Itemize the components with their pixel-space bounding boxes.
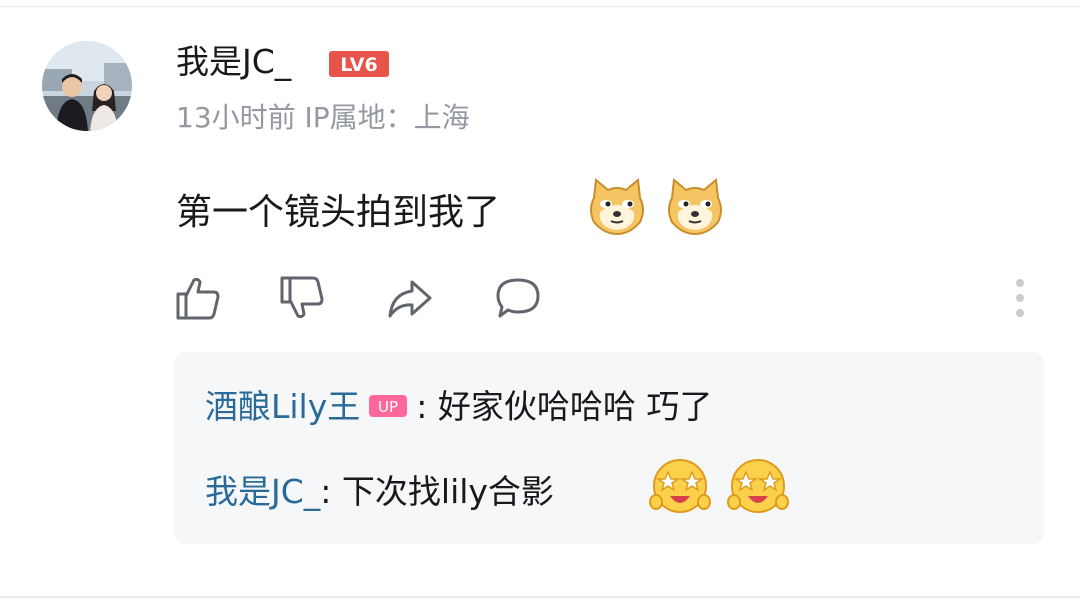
reply-separator: : <box>416 387 428 426</box>
starry-eyes-emoji <box>649 459 711 513</box>
reply-icon[interactable] <box>494 274 542 322</box>
reply-box[interactable]: 酒酿Lily王 UP : 好家伙哈哈哈 巧了 我是JC_: 下次找lily合影 <box>174 352 1044 544</box>
up-badge-label: UP <box>378 398 398 416</box>
reply-separator: : <box>320 472 332 511</box>
doge-emoji <box>668 178 722 236</box>
doge-emoji <box>590 178 644 236</box>
reply-item[interactable]: 我是JC_: 下次找lily合影 <box>205 469 554 515</box>
dislike-icon[interactable] <box>278 274 326 322</box>
reply-text: 好家伙哈哈哈 巧了 <box>427 387 713 426</box>
user-avatar[interactable] <box>42 41 132 131</box>
top-divider <box>0 6 1080 7</box>
level-badge-label: LV6 <box>340 54 377 76</box>
reply-text: 下次找lily合影 <box>331 472 554 511</box>
starry-eyes-emoji <box>727 459 789 513</box>
comment-username[interactable]: 我是JC_ <box>176 40 291 84</box>
comment-meta: 13小时前 IP属地：上海 <box>176 101 470 134</box>
level-badge: LV6 <box>329 51 389 77</box>
bottom-divider <box>0 596 1080 598</box>
reply-author[interactable]: 我是JC_ <box>205 472 320 511</box>
reply-author[interactable]: 酒酿Lily王 <box>205 387 360 426</box>
avatar-photo <box>42 41 132 131</box>
like-icon[interactable] <box>174 274 222 322</box>
comment-text: 第一个镜头拍到我了 <box>176 192 501 233</box>
more-icon[interactable] <box>1008 276 1032 320</box>
up-badge: UP <box>369 394 408 417</box>
share-icon[interactable] <box>386 274 434 322</box>
reply-item[interactable]: 酒酿Lily王 UP : 好家伙哈哈哈 巧了 <box>205 384 712 430</box>
